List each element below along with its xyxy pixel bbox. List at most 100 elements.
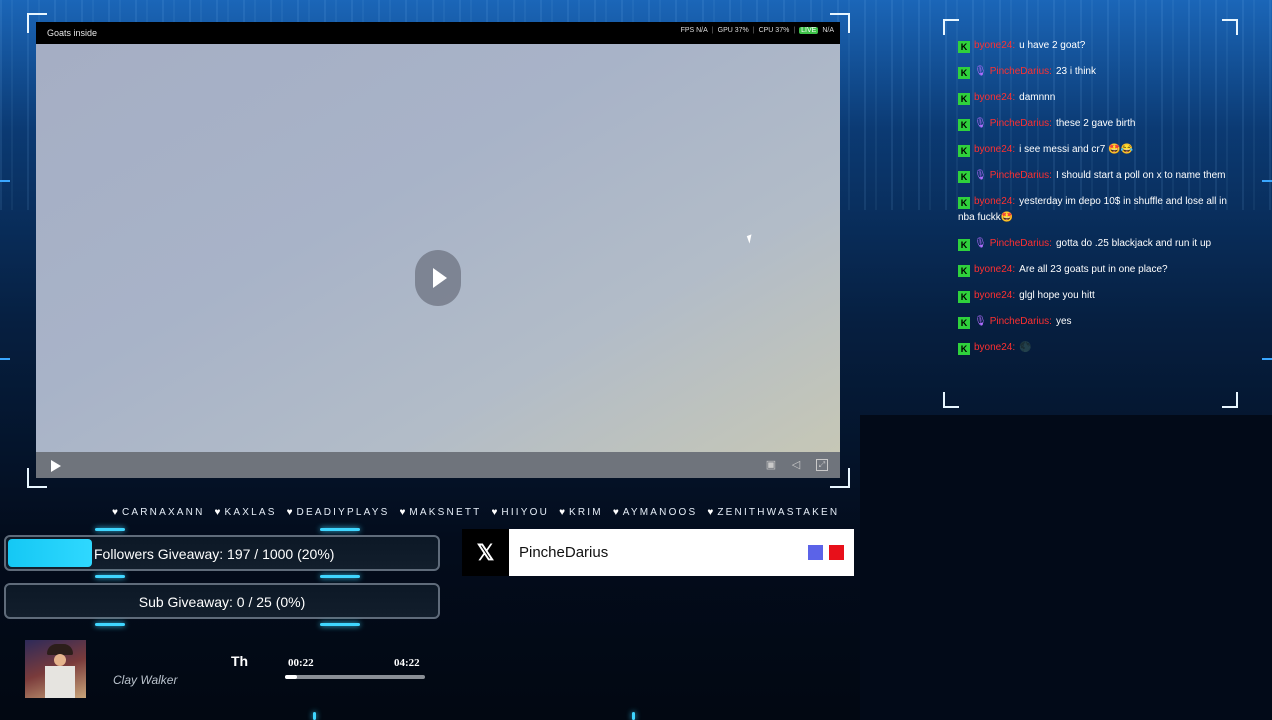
kick-badge-icon: K	[958, 343, 970, 355]
video-topbar: Goats inside FPS N/A | GPU 37% | CPU 37% | …	[36, 22, 840, 44]
broadcaster-mic-icon: 🎙	[974, 238, 987, 249]
play-overlay-button[interactable]	[415, 250, 461, 306]
song-artist: Clay Walker	[113, 673, 178, 687]
glow-accent	[95, 575, 125, 578]
play-icon[interactable]	[51, 460, 61, 472]
follower-name: ♥ KAXLAS	[215, 507, 277, 518]
chat-username[interactable]: PincheDarius:	[990, 66, 1052, 77]
kick-badge-icon: K	[958, 119, 970, 131]
broadcaster-mic-icon: 🎙	[974, 170, 987, 181]
kick-badge-icon: K	[958, 93, 970, 105]
chat-text: gotta do .25 blackjack and run it up	[1055, 238, 1212, 249]
chat-text: i see messi and cr7 🤩😂	[1019, 144, 1133, 155]
kick-badge-icon: K	[958, 197, 970, 209]
chat-text: 🌑	[1019, 342, 1032, 353]
chat-message: Kbyone24: 🌑	[958, 340, 1228, 356]
broadcaster-mic-icon: 🎙	[974, 66, 987, 77]
chat-text: these 2 gave birth	[1055, 118, 1136, 129]
song-progress-bar	[285, 675, 425, 679]
chat-username[interactable]: byone24:	[974, 40, 1015, 51]
elapsed-time: 00:22	[288, 657, 314, 669]
chat-message: K 🎙 PincheDarius: gotta do .25 blackjack an…	[958, 236, 1228, 252]
social-handle: PincheDarius	[519, 544, 609, 561]
heart-icon: ♥	[286, 507, 293, 518]
chat-username[interactable]: byone24:	[974, 264, 1015, 275]
kick-badge-icon: K	[958, 317, 970, 329]
chat-text: yes	[1055, 316, 1072, 327]
heart-icon: ♥	[491, 507, 498, 518]
kick-badge-icon: K	[958, 239, 970, 251]
chat-username[interactable]: byone24:	[974, 144, 1015, 155]
glow-accent	[320, 528, 360, 531]
chat-message: Kbyone24: u have 2 goat?	[958, 38, 1228, 54]
chat-corner	[943, 392, 959, 408]
chat-message: Kbyone24: glgl hope you hitt	[958, 288, 1228, 304]
kick-badge-icon: K	[958, 145, 970, 157]
chat-username[interactable]: PincheDarius:	[990, 170, 1052, 181]
social-handle-panel: 𝕏 PincheDarius	[462, 529, 854, 576]
kick-badge-icon: K	[958, 171, 970, 183]
follower-name-text: CARNAXANN	[121, 507, 205, 518]
kick-badge-icon: K	[958, 67, 970, 79]
chat-text: I should start a poll on x to name them	[1055, 170, 1226, 181]
follower-name: ♥ KRIM	[559, 507, 603, 518]
followers-giveaway-bar: Followers Giveaway: 197 / 1000 (20%)	[4, 535, 440, 571]
side-tick-right	[1262, 180, 1272, 182]
volume-muted-icon[interactable]: ◁	[790, 459, 802, 471]
picture-in-picture-icon[interactable]: ▣	[765, 459, 777, 471]
follower-name-text: AYMANOOS	[622, 507, 698, 518]
chat-username[interactable]: PincheDarius:	[990, 118, 1052, 129]
kick-badge-icon: K	[958, 265, 970, 277]
album-art	[25, 640, 86, 698]
glow-accent	[313, 712, 316, 720]
fullscreen-icon[interactable]: ⤢	[816, 459, 828, 471]
heart-icon: ♥	[112, 507, 118, 518]
chat-username[interactable]: byone24:	[974, 196, 1015, 207]
follower-name: ♥ ZENITHWASTAKEN	[707, 507, 839, 518]
video-controls: ▣ ◁ ⤢	[36, 452, 840, 478]
stream-stats: FPS N/A | GPU 37% | CPU 37% | LIVE N/A	[680, 27, 834, 34]
side-tick-left	[0, 180, 10, 182]
broadcaster-mic-icon: 🎙	[974, 118, 987, 129]
song-title: Th	[231, 653, 249, 669]
album-art-face	[54, 654, 66, 666]
live-badge: LIVE	[799, 27, 819, 34]
follower-name-text: DEADIYPLAYS	[296, 507, 390, 518]
mouse-cursor-icon	[746, 234, 755, 244]
chat-message: K 🎙 PincheDarius: 23 i think	[958, 64, 1228, 80]
song-progress-fill	[285, 675, 297, 679]
chat-text: u have 2 goat?	[1019, 40, 1086, 51]
follower-name-text: ZENITHWASTAKEN	[717, 507, 840, 518]
album-art-body	[45, 666, 75, 698]
followers-giveaway-label: Followers Giveaway: 197 / 1000 (20%)	[94, 546, 335, 562]
total-time: 04:22	[394, 657, 420, 669]
stat-fps: FPS N/A	[680, 27, 708, 34]
follower-name: ♥ DEADIYPLAYS	[287, 507, 390, 518]
chat-username[interactable]: byone24:	[974, 342, 1015, 353]
follower-name-text: KAXLAS	[224, 507, 277, 518]
heart-icon: ♥	[214, 507, 221, 518]
chat-message: Kbyone24: damnnn	[958, 90, 1228, 106]
recent-followers-strip: ♥ CARNAXANN ♥ KAXLAS ♥ DEADIYPLAYS ♥ MAKSNETT ♥ H…	[112, 507, 847, 518]
chat-message: K 🎙 PincheDarius: I should start a poll on …	[958, 168, 1228, 184]
heart-icon: ♥	[707, 507, 714, 518]
chat-username[interactable]: byone24:	[974, 92, 1015, 103]
kick-badge-icon: K	[958, 41, 970, 53]
sub-giveaway-bar: Sub Giveaway: 0 / 25 (0%)	[4, 583, 440, 619]
color-square-icon	[829, 545, 844, 560]
heart-icon: ♥	[559, 507, 565, 518]
stat-cpu: CPU 37%	[758, 27, 790, 34]
video-player[interactable]: Goats inside FPS N/A | GPU 37% | CPU 37% | …	[36, 22, 840, 478]
side-tick-right-2	[1262, 358, 1272, 360]
chat-panel: Kbyone24: u have 2 goat? K 🎙 PincheDarius: 23…	[958, 38, 1228, 366]
glow-accent	[95, 528, 125, 531]
chat-username[interactable]: PincheDarius:	[990, 316, 1052, 327]
chat-message: Kbyone24: Are all 23 goats put in one pla…	[958, 262, 1228, 278]
video-frame[interactable]	[36, 44, 840, 452]
chat-username[interactable]: byone24:	[974, 290, 1015, 301]
heart-icon: ♥	[399, 507, 406, 518]
chat-corner	[943, 19, 959, 35]
kick-badge-icon: K	[958, 291, 970, 303]
chat-username[interactable]: PincheDarius:	[990, 238, 1052, 249]
glow-accent	[632, 712, 635, 720]
